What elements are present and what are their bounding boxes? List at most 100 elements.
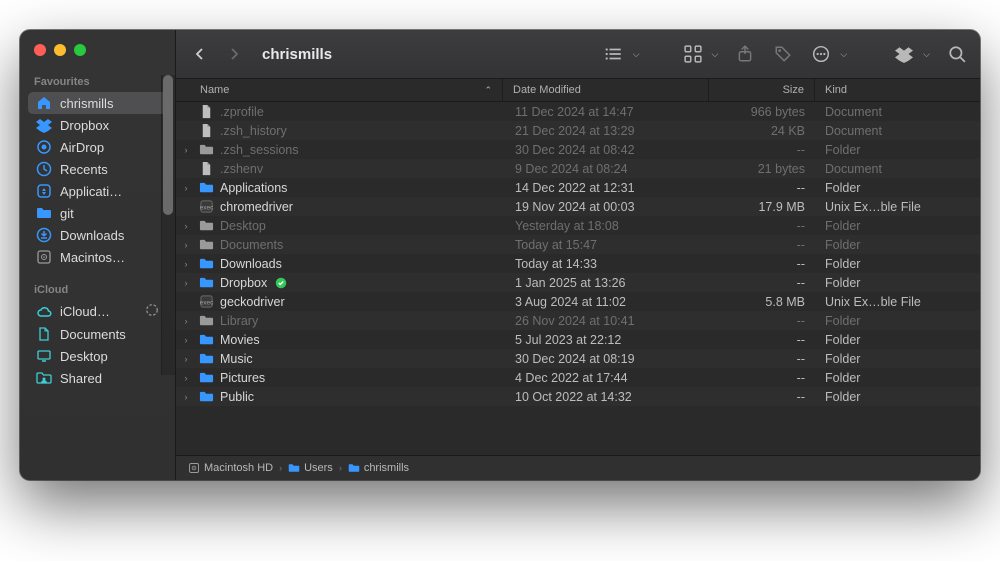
zoom-button[interactable] [74, 44, 86, 56]
minimize-button[interactable] [54, 44, 66, 56]
sidebar-item-shared[interactable]: Shared [28, 367, 167, 389]
disclosure-triangle-icon[interactable]: › [180, 259, 192, 269]
clock-icon [36, 161, 52, 177]
disclosure-triangle-icon[interactable]: › [180, 354, 192, 364]
file-kind: Folder [815, 390, 980, 404]
disclosure-triangle-icon[interactable]: › [180, 183, 192, 193]
cloud-icon [36, 304, 52, 320]
file-row[interactable]: ›DocumentsToday at 15:47--Folder [176, 235, 980, 254]
sidebar-item-macintos[interactable]: Macintos… [28, 246, 167, 268]
path-bar[interactable]: Macintosh HD›Users›chrismills [176, 455, 980, 480]
sidebar-item-label: AirDrop [60, 140, 104, 155]
column-date-modified[interactable]: Date Modified [503, 79, 709, 101]
file-kind: Folder [815, 143, 980, 157]
more-button[interactable] [810, 43, 832, 65]
file-size: -- [710, 238, 815, 252]
view-grid-button[interactable] [682, 43, 704, 65]
chevron-down-icon: ⌵ [712, 49, 719, 60]
file-row[interactable]: ›.zsh_sessions30 Dec 2024 at 08:42--Fold… [176, 140, 980, 159]
sidebar-item-airdrop[interactable]: AirDrop [28, 136, 167, 158]
sidebar-item-recents[interactable]: Recents [28, 158, 167, 180]
forward-button[interactable] [222, 42, 246, 66]
disclosure-triangle-icon[interactable]: › [180, 373, 192, 383]
file-size: 21 bytes [710, 162, 815, 176]
column-label: Name [200, 84, 229, 96]
sidebar-item-applicati[interactable]: Applicati… [28, 180, 167, 202]
disclosure-triangle-icon[interactable]: › [180, 145, 192, 155]
disclosure-triangle-icon[interactable]: › [180, 221, 192, 231]
disclosure-triangle-icon[interactable]: › [180, 392, 192, 402]
path-segment[interactable]: Users [288, 462, 333, 474]
file-row[interactable]: ›DesktopYesterday at 18:08--Folder [176, 216, 980, 235]
disclosure-triangle-icon[interactable]: › [180, 316, 192, 326]
path-label: chrismills [364, 462, 409, 474]
tags-button[interactable] [772, 43, 794, 65]
file-row[interactable]: .zprofile11 Dec 2024 at 14:47966 bytesDo… [176, 102, 980, 121]
file-kind: Folder [815, 276, 980, 290]
file-icon [198, 161, 214, 177]
disclosure-triangle-icon[interactable]: › [180, 335, 192, 345]
file-list[interactable]: .zprofile11 Dec 2024 at 14:47966 bytesDo… [176, 102, 980, 455]
sidebar-item-label: Recents [60, 162, 108, 177]
sidebar-item-downloads[interactable]: Downloads [28, 224, 167, 246]
file-row[interactable]: ›Dropbox1 Jan 2025 at 13:26--Folder [176, 273, 980, 292]
file-row[interactable]: .zshenv9 Dec 2024 at 08:2421 bytesDocume… [176, 159, 980, 178]
sidebar-item-icloud[interactable]: iCloud… [28, 300, 167, 323]
file-row[interactable]: ›Movies5 Jul 2023 at 22:12--Folder [176, 330, 980, 349]
column-label: Size [783, 84, 804, 96]
file-size: -- [710, 143, 815, 157]
path-segment[interactable]: chrismills [348, 462, 409, 474]
file-row[interactable]: ›Applications14 Dec 2022 at 12:31--Folde… [176, 178, 980, 197]
window-controls [20, 30, 175, 72]
file-name: chromedriver [220, 200, 293, 214]
file-kind: Folder [815, 238, 980, 252]
close-button[interactable] [34, 44, 46, 56]
sidebar-item-label: Desktop [60, 349, 108, 364]
exec-icon [198, 199, 214, 215]
file-name: Downloads [220, 257, 282, 271]
file-kind: Document [815, 124, 980, 138]
file-row[interactable]: .zsh_history21 Dec 2024 at 13:2924 KBDoc… [176, 121, 980, 140]
sidebar-scrollbar[interactable] [161, 75, 175, 375]
path-segment[interactable]: Macintosh HD [188, 462, 273, 474]
column-headers: Name ⌃ Date Modified Size Kind [176, 79, 980, 102]
file-name: Dropbox [220, 276, 267, 290]
column-label: Date Modified [513, 84, 581, 96]
sidebar-item-label: Shared [60, 371, 102, 386]
sidebar-item-label: iCloud… [60, 304, 110, 319]
disclosure-triangle-icon[interactable]: › [180, 240, 192, 250]
airdrop-icon [36, 139, 52, 155]
file-row[interactable]: chromedriver19 Nov 2024 at 00:0317.9 MBU… [176, 197, 980, 216]
desktop-icon [36, 348, 52, 364]
chevron-right-icon: › [279, 463, 282, 473]
sidebar-item-chrismills[interactable]: chrismills [28, 92, 167, 114]
share-button[interactable] [734, 43, 756, 65]
file-date: 14 Dec 2022 at 12:31 [505, 181, 710, 195]
dropbox-button[interactable] [893, 43, 915, 65]
file-row[interactable]: ›Public10 Oct 2022 at 14:32--Folder [176, 387, 980, 406]
column-name[interactable]: Name ⌃ [176, 79, 503, 101]
file-row[interactable]: ›Music30 Dec 2024 at 08:19--Folder [176, 349, 980, 368]
back-button[interactable] [188, 42, 212, 66]
home-icon [36, 95, 52, 111]
file-row[interactable]: ›DownloadsToday at 14:33--Folder [176, 254, 980, 273]
sidebar-item-label: Downloads [60, 228, 124, 243]
sidebar-item-git[interactable]: git [28, 202, 167, 224]
disclosure-triangle-icon[interactable]: › [180, 278, 192, 288]
view-list-button[interactable] [603, 43, 625, 65]
sidebar-item-documents[interactable]: Documents [28, 323, 167, 345]
file-row[interactable]: ›Library26 Nov 2024 at 10:41--Folder [176, 311, 980, 330]
folder-icon [198, 237, 214, 253]
file-name: geckodriver [220, 295, 285, 309]
file-name: .zsh_history [220, 124, 287, 138]
column-size[interactable]: Size [709, 79, 815, 101]
sidebar-item-dropbox[interactable]: Dropbox [28, 114, 167, 136]
file-row[interactable]: geckodriver3 Aug 2024 at 11:025.8 MBUnix… [176, 292, 980, 311]
file-date: 30 Dec 2024 at 08:42 [505, 143, 710, 157]
search-button[interactable] [946, 43, 968, 65]
column-kind[interactable]: Kind [815, 79, 980, 101]
progress-icon [145, 303, 159, 320]
file-date: 5 Jul 2023 at 22:12 [505, 333, 710, 347]
sidebar-item-desktop[interactable]: Desktop [28, 345, 167, 367]
file-row[interactable]: ›Pictures4 Dec 2022 at 17:44--Folder [176, 368, 980, 387]
